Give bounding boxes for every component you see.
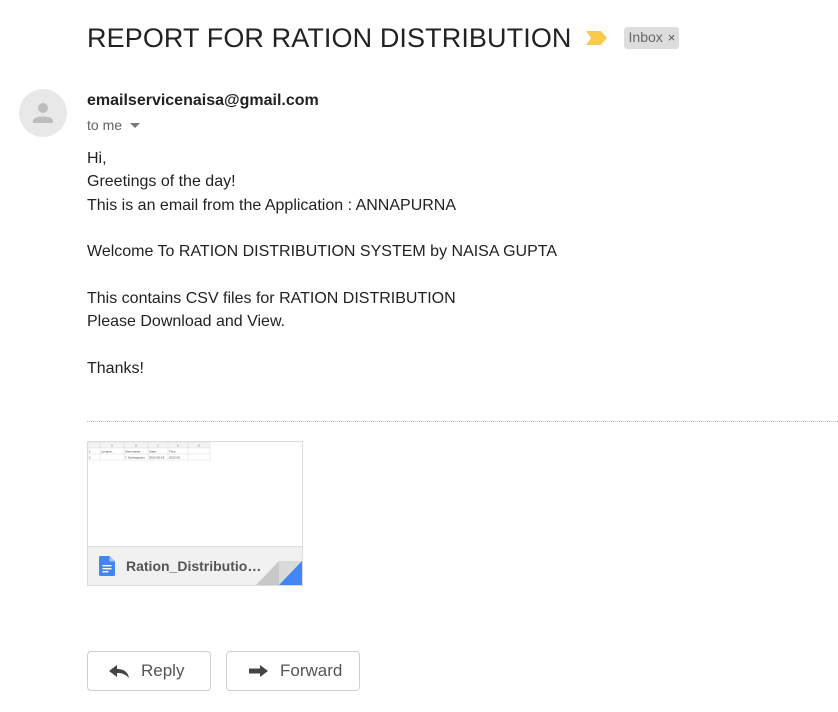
attachments-divider xyxy=(87,421,838,422)
importance-marker-icon[interactable] xyxy=(585,30,608,46)
reply-button[interactable]: Reply xyxy=(87,651,211,691)
reply-arrow-icon xyxy=(109,665,129,678)
body-line: This is an email from the Application : … xyxy=(87,196,457,214)
body-line: Hi, xyxy=(87,150,107,167)
body-line: Greetings of the day! xyxy=(87,173,236,191)
sheet-cell: 2022-05 xyxy=(169,455,180,459)
sheet-column-header: A xyxy=(111,444,113,448)
email-body: Hi, Greetings of the day! This is an ema… xyxy=(87,147,557,380)
inbox-label-chip[interactable]: Inbox × xyxy=(623,27,680,49)
forward-arrow-icon xyxy=(249,665,268,677)
google-docs-icon xyxy=(99,556,115,576)
attachment-card[interactable]: A B C D E 1 Location Usermaster State Time 2 Y Sonb… xyxy=(87,441,303,586)
body-line: Welcome To RATION DISTRIBUTION SYSTEM by… xyxy=(87,243,558,261)
sheet-column-header: E xyxy=(198,444,200,448)
sheet-cell: Y Sonbeganter xyxy=(125,455,145,459)
sheet-header-band xyxy=(88,442,210,448)
forward-label: Forward xyxy=(280,661,343,680)
spreadsheet-thumbnail: A B C D E1 Location Usermaster State Time2 Y Sonb… xyxy=(88,442,211,461)
sheet-cell: 2 xyxy=(89,455,91,459)
body-line: This contains CSV files for RATION DISTR… xyxy=(87,289,456,307)
sheet-cell: 2022-05-18 xyxy=(149,455,165,459)
attachment-preview: A B C D E 1 Location Usermaster State Time 2 Y Sonb… xyxy=(88,442,302,546)
body-line xyxy=(87,263,557,286)
sheet-cell: 1 xyxy=(89,449,91,453)
sheet-cell: Location xyxy=(101,449,113,453)
forward-button[interactable]: Forward xyxy=(226,651,360,691)
sheet-column-header: B xyxy=(135,444,137,448)
attachment-filename: Ration_Distribution... xyxy=(126,558,266,574)
default-avatar-icon xyxy=(33,103,53,123)
remove-label-icon[interactable]: × xyxy=(668,28,676,47)
file-type-corner-icon xyxy=(256,561,302,585)
recipient-text: to me xyxy=(87,117,123,133)
reply-label: Reply xyxy=(141,661,185,680)
sheet-cell: State xyxy=(149,449,156,453)
inbox-label-text: Inbox xyxy=(628,29,663,45)
body-line xyxy=(87,217,557,240)
body-line: Thanks! xyxy=(87,359,144,377)
recipient-row: to me xyxy=(87,117,141,133)
body-line xyxy=(87,333,557,356)
subject-row: REPORT FOR RATION DISTRIBUTION Inbox × xyxy=(87,18,680,58)
sheet-cell: Time xyxy=(169,449,176,453)
recipient-details-dropdown-icon[interactable] xyxy=(130,122,141,128)
sheet-cell: Usermaster xyxy=(125,449,141,453)
sender-email[interactable]: emailservicenaisa@gmail.com xyxy=(87,92,319,110)
email-subject: REPORT FOR RATION DISTRIBUTION xyxy=(87,22,572,53)
email-view: REPORT FOR RATION DISTRIBUTION Inbox × e… xyxy=(0,0,838,712)
sender-avatar[interactable] xyxy=(19,89,67,137)
body-line: Please Download and View. xyxy=(87,313,286,331)
